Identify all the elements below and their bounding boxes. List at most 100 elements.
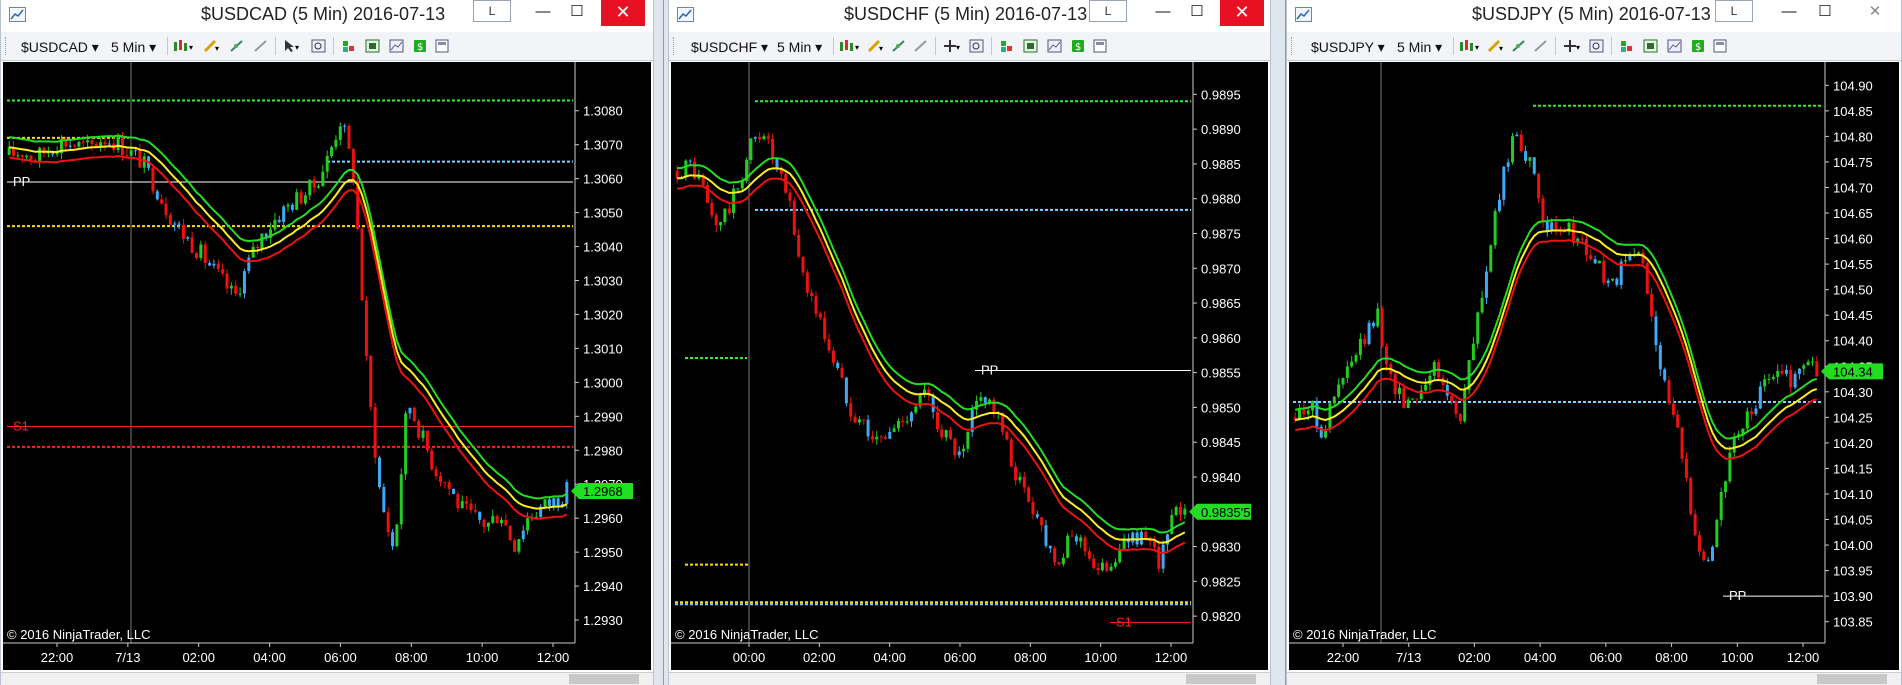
- y-tick-label: 1.3030: [583, 274, 623, 289]
- instrument-selector[interactable]: $USDCAD ▾: [21, 39, 99, 56]
- bar-type-icon[interactable]: ▾: [1459, 39, 1479, 53]
- close-button[interactable]: ✕: [601, 0, 645, 26]
- chart-toolbar: $USDCHF ▾ 5 Min ▾ ▾ ▾ ▾ $: [669, 32, 1270, 61]
- horizontal-scrollbar[interactable]: [669, 672, 1270, 685]
- candle-body: [321, 171, 325, 187]
- link-tag-button[interactable]: L: [473, 0, 511, 22]
- drawing-tool-pencil-icon[interactable]: ▾: [203, 39, 219, 53]
- horizontal-scrollbar[interactable]: [1, 672, 653, 685]
- drawing-tool-pencil-icon[interactable]: ▾: [1487, 39, 1503, 53]
- dollar-icon[interactable]: $: [1691, 39, 1706, 53]
- scrollbar-thumb[interactable]: [569, 674, 639, 684]
- cursor-select-icon[interactable]: ▾: [283, 39, 299, 53]
- y-tick-label: 104.50: [1833, 283, 1873, 298]
- dollar-icon[interactable]: $: [413, 39, 428, 53]
- toolbar-grip[interactable]: [5, 37, 9, 55]
- candle-body: [338, 126, 342, 140]
- candle-body: [723, 208, 727, 223]
- candle-body: [517, 539, 521, 552]
- scrollbar-thumb[interactable]: [1186, 674, 1256, 684]
- maximize-button[interactable]: ☐: [1175, 0, 1219, 26]
- zoom-icon[interactable]: [1589, 39, 1604, 53]
- candle-body: [412, 407, 416, 421]
- maximize-button[interactable]: ☐: [555, 0, 599, 26]
- candle-body: [775, 158, 779, 168]
- zoom-icon[interactable]: [969, 39, 984, 53]
- candle-body: [1532, 157, 1536, 174]
- candle-body: [1398, 387, 1402, 395]
- candle-body: [238, 293, 242, 295]
- toolbar-grip[interactable]: [673, 37, 677, 55]
- chart-trader-icon[interactable]: [435, 39, 450, 53]
- title-bar[interactable]: $USDCAD (5 Min) 2016-07-13 L — ☐ ✕: [1, 0, 653, 30]
- candle-body: [1476, 312, 1480, 344]
- crosshair-icon[interactable]: ▾: [1563, 39, 1580, 53]
- candle-body: [1354, 355, 1358, 362]
- link-tag-button[interactable]: L: [1089, 0, 1127, 22]
- candle-body: [155, 191, 159, 200]
- interval-selector[interactable]: 5 Min ▾: [777, 39, 822, 56]
- instrument-selector[interactable]: $USDCHF ▾: [691, 39, 768, 56]
- candle-body: [1715, 519, 1719, 547]
- zoom-icon[interactable]: [311, 39, 326, 53]
- title-bar[interactable]: $USDJPY (5 Min) 2016-07-13 L — ☐ ✕: [1287, 0, 1901, 30]
- data-series-icon[interactable]: [1047, 39, 1062, 53]
- close-button[interactable]: ✕: [1220, 0, 1264, 26]
- data-series-icon[interactable]: [389, 39, 404, 53]
- candle-body: [675, 170, 679, 179]
- chart-trader-icon[interactable]: [1713, 39, 1728, 53]
- indicators-icon[interactable]: [229, 39, 244, 53]
- toolbar-grip[interactable]: [1291, 37, 1295, 55]
- candle-body: [469, 503, 473, 511]
- candle-body: [1497, 199, 1501, 211]
- indicators-icon[interactable]: [891, 39, 906, 53]
- chart-trader-icon[interactable]: [1093, 39, 1108, 53]
- scrollbar-thumb[interactable]: [1817, 674, 1887, 684]
- candle-body: [295, 192, 299, 210]
- candle-body: [862, 419, 866, 421]
- close-button[interactable]: ✕: [1853, 0, 1897, 26]
- order-entry-icon[interactable]: [999, 39, 1014, 53]
- data-series-icon[interactable]: [1667, 39, 1682, 53]
- strategies-icon[interactable]: [253, 39, 268, 53]
- candle-body: [142, 156, 146, 168]
- link-tag-button[interactable]: L: [1715, 0, 1753, 22]
- candle-body: [504, 519, 508, 526]
- candle-body: [1350, 361, 1354, 367]
- strategies-icon[interactable]: [1533, 39, 1548, 53]
- strategies-icon[interactable]: [913, 39, 928, 53]
- x-tick-label: 04:00: [1524, 650, 1557, 665]
- candle-body: [456, 493, 460, 509]
- interval-selector[interactable]: 5 Min ▾: [1397, 39, 1442, 56]
- instrument-selector[interactable]: $USDJPY ▾: [1311, 39, 1385, 56]
- price-chart[interactable]: 104.90 104.85 104.80 104.75 104.70 104.65 104.…: [1289, 62, 1899, 670]
- order-entry-icon[interactable]: [1619, 39, 1634, 53]
- candle-body: [377, 457, 381, 488]
- candle-body: [944, 430, 948, 438]
- price-chart[interactable]: 0.9895 0.9890 0.9885 0.9880 0.9875 0.9870 0.98…: [671, 62, 1268, 670]
- bar-type-icon[interactable]: ▾: [839, 39, 859, 53]
- title-bar[interactable]: $USDCHF (5 Min) 2016-07-13 L — ☐ ✕: [669, 0, 1270, 30]
- order-entry-icon[interactable]: [341, 39, 356, 53]
- bar-type-icon[interactable]: ▾: [173, 39, 193, 53]
- x-tick-label: 12:00: [1787, 650, 1820, 665]
- candle-body: [364, 300, 368, 356]
- crosshair-icon[interactable]: ▾: [943, 39, 960, 53]
- horizontal-scrollbar[interactable]: [1287, 672, 1901, 685]
- interval-selector[interactable]: 5 Min ▾: [111, 39, 156, 56]
- dollar-icon[interactable]: $: [1071, 39, 1086, 53]
- chart-properties-icon[interactable]: [365, 39, 380, 53]
- chart-properties-icon[interactable]: [1643, 39, 1658, 53]
- y-tick-label: 0.9840: [1201, 470, 1241, 485]
- drawing-tool-pencil-icon[interactable]: ▾: [867, 39, 883, 53]
- candle-body: [823, 317, 827, 340]
- candle-body: [195, 252, 199, 258]
- candle-body: [81, 141, 85, 143]
- candle-body: [1719, 492, 1723, 520]
- y-tick-label: 1.3000: [583, 375, 623, 390]
- price-chart[interactable]: 1.3080 1.3070 1.3060 1.3050 1.3040 1.3030 1.30…: [3, 62, 651, 670]
- maximize-button[interactable]: ☐: [1803, 0, 1847, 26]
- candle-body: [909, 412, 913, 422]
- indicators-icon[interactable]: [1511, 39, 1526, 53]
- chart-properties-icon[interactable]: [1023, 39, 1038, 53]
